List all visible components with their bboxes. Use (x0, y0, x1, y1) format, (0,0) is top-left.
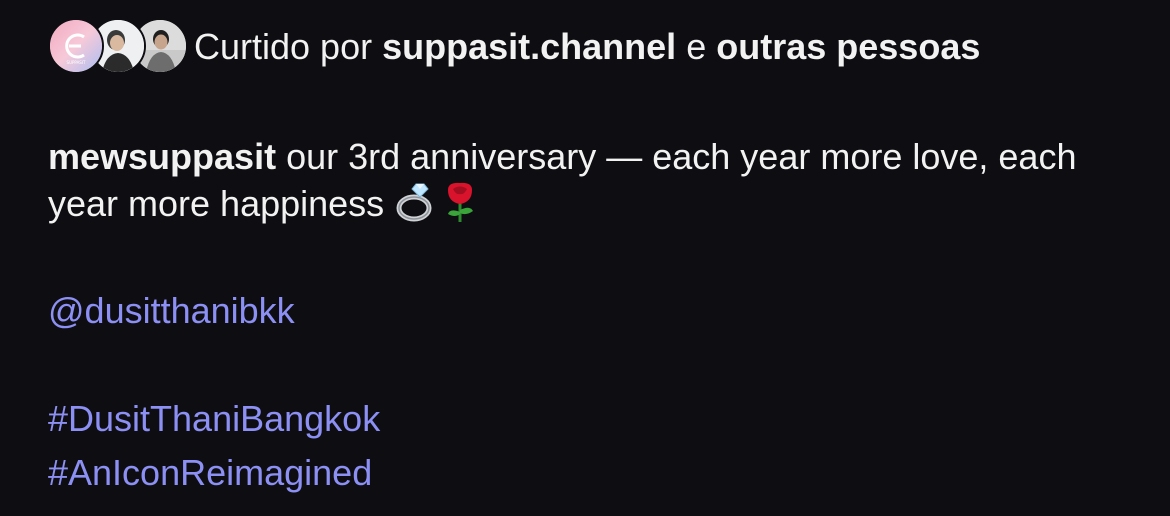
liked-by-text: Curtido por suppasit.channel e outras pe… (194, 24, 1014, 70)
likes-row: SUPPASIT Curtido por suppasit.channel e (48, 16, 1138, 116)
svg-text:SUPPASIT: SUPPASIT (67, 60, 86, 65)
liked-by-prefix: Curtido por (194, 26, 373, 67)
author-username-link[interactable]: mewsuppasit (48, 136, 276, 177)
other-likers-link[interactable]: outras pessoas (716, 26, 980, 67)
liker-avatars[interactable]: SUPPASIT (48, 18, 188, 74)
suppasit-logo-avatar[interactable]: SUPPASIT (48, 18, 104, 74)
mention-link[interactable]: @dusitthanibkk (48, 288, 295, 334)
ring-emoji-icon (394, 180, 438, 222)
hashtag-link[interactable]: #AnIconReimagined (48, 450, 372, 496)
liker-username-link[interactable]: suppasit.channel (382, 26, 676, 67)
suppasit-logo-icon: SUPPASIT (50, 20, 102, 72)
liked-by-connector: e (686, 26, 707, 67)
rose-emoji-icon (438, 180, 482, 222)
hashtag-link[interactable]: #DusitThaniBangkok (48, 396, 380, 442)
post-caption: mewsuppasit our 3rd anniversary — each y… (48, 134, 1128, 227)
